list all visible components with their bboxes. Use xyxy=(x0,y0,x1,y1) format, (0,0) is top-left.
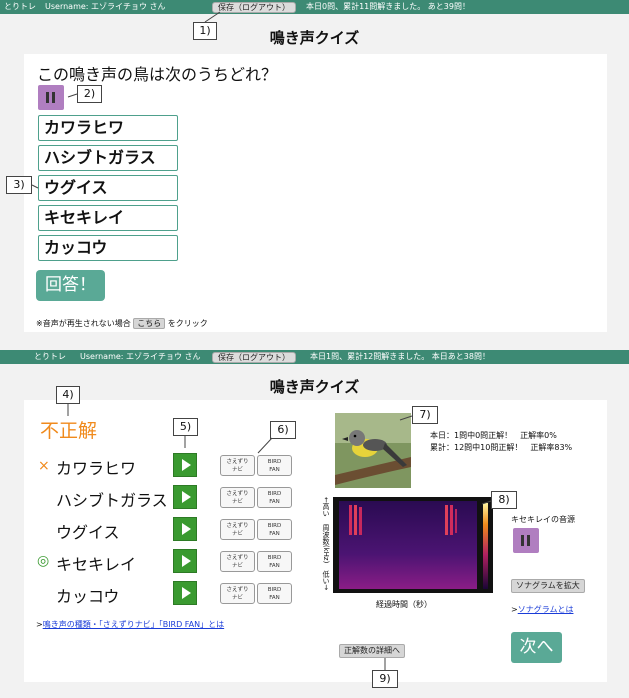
app-logo[interactable]: とりトレ xyxy=(34,350,66,364)
logout-button[interactable]: 保存（ログアウト） xyxy=(212,351,296,363)
username-label: Username: エゾライチョウ さん xyxy=(80,352,201,361)
callout-leaders xyxy=(67,404,492,670)
callout-leaders xyxy=(31,11,221,189)
header-bar: とりトレ Username: エゾライチョウ さん 保存（ログアウト） 本日1問… xyxy=(0,350,629,364)
progress-status: 本日1問、累計12問解きました。 本日あと38問！ xyxy=(310,352,490,361)
